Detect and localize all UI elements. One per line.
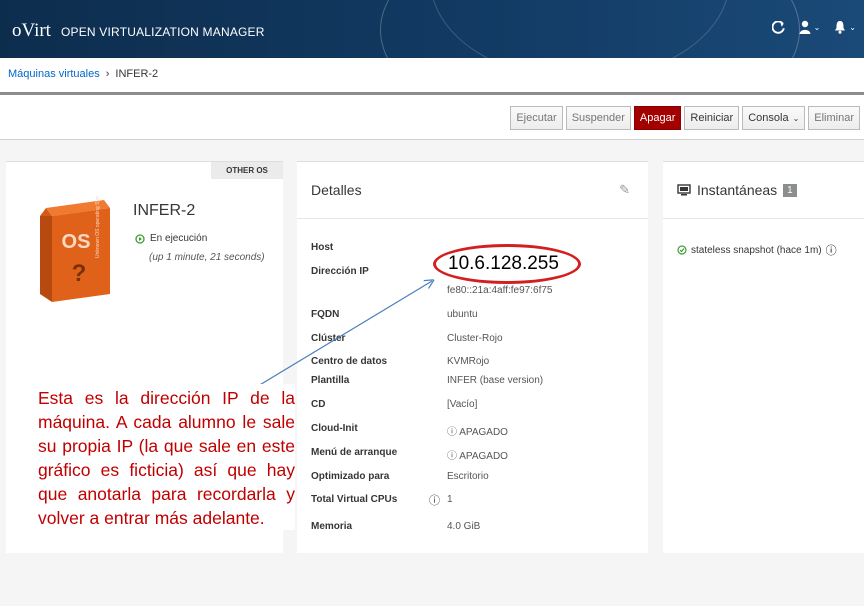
vm-actions-toolbar: Ejecutar Suspender Apagar Reiniciar Cons… bbox=[510, 106, 860, 130]
svg-text:Unknown OS operating System: Unknown OS operating System bbox=[95, 196, 101, 258]
detail-key: Optimizado para bbox=[311, 471, 390, 482]
remove-button[interactable]: Eliminar bbox=[808, 106, 860, 130]
snapshot-item[interactable]: stateless snapshot (hace 1m) ⓘ bbox=[677, 242, 837, 258]
bell-icon bbox=[835, 21, 846, 34]
detail-value: [Vacío] bbox=[447, 399, 478, 410]
detail-value: ⓘ APAGADO bbox=[447, 447, 508, 462]
info-icon[interactable]: ⓘ bbox=[826, 242, 837, 258]
shutdown-button[interactable]: Apagar bbox=[633, 106, 682, 130]
detail-key: Cloud-Init bbox=[311, 423, 358, 434]
detail-key: Host bbox=[311, 242, 334, 253]
divider bbox=[0, 92, 864, 95]
detail-value: Escritorio bbox=[447, 471, 489, 482]
divider bbox=[663, 218, 864, 219]
reboot-button[interactable]: Reiniciar bbox=[684, 106, 740, 130]
detail-value: INFER (base version) bbox=[447, 375, 544, 386]
detail-value: 4.0 GiB bbox=[447, 521, 481, 532]
cloud-init-value: APAGADO bbox=[459, 427, 508, 438]
run-button[interactable]: Ejecutar bbox=[510, 106, 563, 130]
running-status-icon bbox=[135, 233, 145, 244]
detail-key: FQDN bbox=[311, 309, 340, 320]
svg-text:?: ? bbox=[72, 260, 87, 287]
detail-key: Total Virtual CPUs bbox=[311, 494, 398, 505]
detail-value: Cluster-Rojo bbox=[447, 333, 503, 344]
console-label: Consola bbox=[748, 112, 789, 124]
divider bbox=[297, 218, 648, 219]
detail-value: fe80::21a:4aff:fe97:6f75 bbox=[447, 285, 553, 296]
detail-key: Plantilla bbox=[311, 375, 350, 386]
pencil-icon[interactable]: ✎ bbox=[619, 182, 630, 198]
user-menu[interactable]: ⌄ bbox=[799, 20, 821, 34]
suspend-button[interactable]: Suspender bbox=[565, 106, 631, 130]
brand[interactable]: oVirt OPEN VIRTUALIZATION MANAGER bbox=[12, 20, 265, 42]
notifications-menu[interactable]: ⌄ bbox=[834, 20, 856, 34]
info-icon[interactable]: ⓘ bbox=[429, 492, 440, 508]
ip-highlight-ellipse bbox=[433, 244, 581, 284]
svg-text:OS: OS bbox=[62, 231, 91, 253]
breadcrumb: Máquinas virtuales › INFER-2 bbox=[8, 68, 158, 80]
snapshots-header: Instantáneas 1 bbox=[677, 182, 797, 198]
user-icon bbox=[799, 20, 811, 34]
snapshots-title: Instantáneas bbox=[697, 182, 778, 198]
detail-key: Clúster bbox=[311, 333, 346, 344]
detail-value: ⓘ APAGADO bbox=[447, 423, 508, 438]
details-card: Detalles ✎ Host Dirección IP fe80::21a:4… bbox=[297, 161, 648, 553]
detail-value: 1 bbox=[447, 494, 453, 505]
detail-key: Centro de datos bbox=[311, 356, 388, 367]
vm-uptime: (up 1 minute, 21 seconds) bbox=[149, 252, 265, 263]
chevron-down-icon: ⌄ bbox=[813, 22, 821, 32]
detail-key: Menú de arranque bbox=[311, 447, 398, 458]
breadcrumb-vms-link[interactable]: Máquinas virtuales bbox=[8, 68, 100, 80]
monitor-icon bbox=[677, 184, 691, 196]
ovirt-logo: oVirt bbox=[12, 20, 51, 41]
snapshot-label: stateless snapshot (hace 1m) bbox=[691, 244, 822, 256]
console-button[interactable]: Consola ⌄ bbox=[742, 106, 806, 130]
refresh-icon[interactable] bbox=[771, 20, 785, 34]
detail-key: Dirección IP bbox=[311, 266, 369, 277]
power-off-icon: ⓘ bbox=[447, 427, 457, 438]
chevron-down-icon: ⌄ bbox=[792, 113, 800, 123]
detail-value: KVMRojo bbox=[447, 356, 490, 367]
header-decoration bbox=[430, 0, 730, 58]
app-title: OPEN VIRTUALIZATION MANAGER bbox=[60, 25, 265, 39]
details-title: Detalles bbox=[311, 182, 362, 198]
power-off-icon: ⓘ bbox=[447, 451, 457, 462]
os-tag: OTHER OS bbox=[211, 162, 283, 179]
breadcrumb-separator: › bbox=[105, 68, 110, 80]
os-box-icon: OS ? Unknown OS operating System bbox=[40, 196, 110, 302]
masthead: oVirt OPEN VIRTUALIZATION MANAGER ⌄ ⌄ bbox=[0, 0, 864, 58]
vm-name: INFER-2 bbox=[133, 202, 196, 219]
breadcrumb-current: INFER-2 bbox=[115, 68, 159, 80]
vm-status-label: En ejecución bbox=[150, 233, 208, 244]
snapshots-card: Instantáneas 1 stateless snapshot (hace … bbox=[663, 161, 864, 553]
detail-value: ubuntu bbox=[447, 309, 478, 320]
annotation-note: Esta es la dirección IP de la máquina. A… bbox=[38, 384, 295, 530]
detail-key: Memoria bbox=[311, 521, 353, 532]
chevron-down-icon: ⌄ bbox=[849, 22, 856, 32]
header-actions: ⌄ ⌄ bbox=[771, 20, 856, 34]
boot-menu-value: APAGADO bbox=[459, 451, 508, 462]
vm-status: En ejecución bbox=[135, 233, 207, 244]
snapshots-count-badge: 1 bbox=[783, 183, 797, 197]
detail-key: CD bbox=[311, 399, 326, 410]
check-circle-icon bbox=[677, 245, 687, 255]
